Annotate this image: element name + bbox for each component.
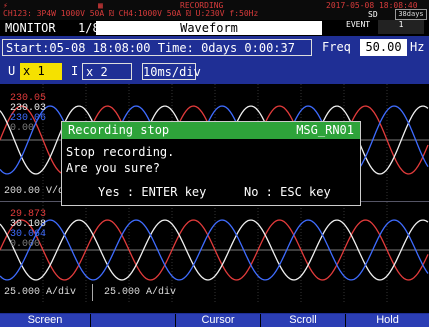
voltage-zoom-selector[interactable]: x 1 <box>20 63 62 80</box>
confirm-yes-option[interactable]: Yes : ENTER key <box>98 185 206 199</box>
recording-stop-dialog: Recording stop MSG_RN01 Stop recording. … <box>61 121 361 206</box>
cancel-no-option[interactable]: No : ESC key <box>244 185 331 199</box>
current-zoom-selector[interactable]: x 2 <box>82 63 132 80</box>
current-waveform-panel: 29.873 30.108 30.064 0.000 25.000 A/div … <box>0 202 429 302</box>
function-key-bar: Screen Cursor Scroll Hold <box>0 313 429 327</box>
fkey-empty[interactable] <box>91 314 176 327</box>
event-count-value: 1 <box>398 20 404 29</box>
voltage-zoom-label: U <box>8 64 16 78</box>
analyzer-screen: ⚡ ▦ RECORDING 2017-05-08 18:08:40 CH123:… <box>0 0 429 327</box>
channel-config: CH123: 3P4W 1000V 50A ₪ CH4:1000V 50A ₪ … <box>3 9 259 18</box>
freq-value: 50.00 <box>360 39 407 56</box>
freq-label: Freq <box>322 40 351 54</box>
fkey-hold[interactable]: Hold <box>346 314 429 327</box>
time-div-selector[interactable]: 10ms/div <box>142 63 201 80</box>
sd-remaining: 38days <box>395 9 427 20</box>
scale-divider <box>92 284 93 301</box>
event-count: 1 <box>378 20 424 34</box>
current-zoom-label: I <box>71 64 79 78</box>
current-scale-2: 25.000 A/div <box>104 287 177 298</box>
fkey-scroll[interactable]: Scroll <box>261 314 346 327</box>
dialog-message-code: MSG_RN01 <box>296 123 354 137</box>
header: MONITOR 1/8 Waveform EVENT 1 <box>0 20 429 36</box>
voltage-value-ch4: 0.00 <box>10 123 35 134</box>
dialog-title: Recording stop <box>68 123 170 137</box>
dialog-line-1: Stop recording. <box>66 145 175 159</box>
freq-unit: Hz <box>410 40 425 54</box>
status-bar: ⚡ ▦ RECORDING 2017-05-08 18:08:40 CH123:… <box>0 0 429 20</box>
screen-title: Waveform <box>96 21 322 35</box>
fkey-cursor[interactable]: Cursor <box>176 314 261 327</box>
dialog-message: Stop recording. Are you sure? <box>66 144 174 176</box>
fkey-screen[interactable]: Screen <box>0 314 91 327</box>
current-value-ch4: 0.000 <box>10 239 41 250</box>
event-label: EVENT <box>346 20 371 29</box>
elapsed-time: Start:05-08 18:08:00 Time: 0days 0:00:37 <box>2 39 312 56</box>
current-scale-1: 25.000 A/div <box>4 287 77 298</box>
dialog-title-bar: Recording stop MSG_RN01 <box>62 122 360 139</box>
mode-label: MONITOR <box>5 21 56 35</box>
info-row: Start:05-08 18:08:00 Time: 0days 0:00:37… <box>0 36 429 84</box>
sd-label: SD <box>368 10 378 19</box>
dialog-line-2: Are you sure? <box>66 161 160 175</box>
